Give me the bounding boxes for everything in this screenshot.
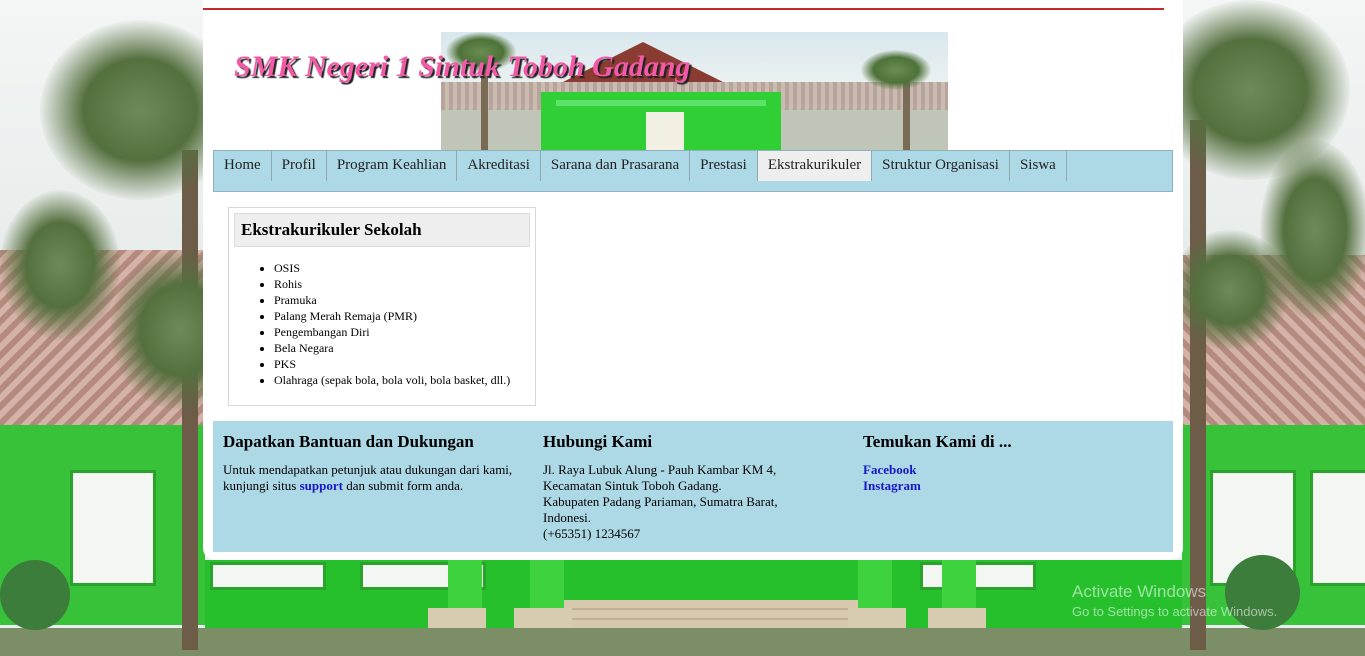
footer-phone: (+65351) 1234567 bbox=[543, 526, 641, 541]
watermark-subtitle: Go to Settings to activate Windows. bbox=[1072, 604, 1278, 619]
footer-help-title: Dapatkan Bantuan dan Dukungan bbox=[223, 432, 474, 451]
activate-windows-watermark: Activate Windows Go to Settings to activ… bbox=[1072, 582, 1277, 619]
nav-item-struktur-organisasi[interactable]: Struktur Organisasi bbox=[872, 151, 1010, 181]
ekstrakurikuler-panel: Ekstrakurikuler Sekolah OSIS Rohis Pramu… bbox=[228, 207, 536, 406]
list-item: Rohis bbox=[274, 276, 535, 292]
nav-list: Home Profil Program Keahlian Akreditasi … bbox=[214, 151, 1172, 181]
nav-item-akreditasi[interactable]: Akreditasi bbox=[457, 151, 541, 181]
list-item: Pramuka bbox=[274, 292, 535, 308]
school-title: SMK Negeri 1 Sintuk Toboh Gadang bbox=[234, 50, 691, 83]
footer-address: Jl. Raya Lubuk Alung - Pauh Kambar KM 4,… bbox=[543, 462, 778, 541]
footer-contact-section: Hubungi Kami Jl. Raya Lubuk Alung - Pauh… bbox=[543, 421, 853, 542]
facebook-link[interactable]: Facebook bbox=[863, 462, 1173, 478]
nav-item-home[interactable]: Home bbox=[214, 151, 272, 181]
nav-item-profil[interactable]: Profil bbox=[272, 151, 327, 181]
nav-item-sarana-prasarana[interactable]: Sarana dan Prasarana bbox=[541, 151, 691, 181]
list-item: Bela Negara bbox=[274, 340, 535, 356]
nav-item-ekstrakurikuler[interactable]: Ekstrakurikuler bbox=[757, 151, 873, 181]
ekstrakurikuler-list: OSIS Rohis Pramuka Palang Merah Remaja (… bbox=[229, 260, 535, 388]
list-item: OSIS bbox=[274, 260, 535, 276]
footer-help-section: Dapatkan Bantuan dan Dukungan Untuk mend… bbox=[223, 421, 533, 494]
instagram-link[interactable]: Instagram bbox=[863, 478, 1173, 494]
support-link[interactable]: support bbox=[300, 478, 343, 493]
footer: Dapatkan Bantuan dan Dukungan Untuk mend… bbox=[213, 421, 1173, 552]
list-item: Palang Merah Remaja (PMR) bbox=[274, 308, 535, 324]
footer-help-text: Untuk mendapatkan petunjuk atau dukungan… bbox=[223, 462, 513, 493]
footer-social-title: Temukan Kami di ... bbox=[863, 432, 1012, 451]
nav-item-prestasi[interactable]: Prestasi bbox=[690, 151, 758, 181]
watermark-title: Activate Windows bbox=[1072, 582, 1207, 601]
list-item: PKS bbox=[274, 356, 535, 372]
footer-social-links: Facebook Instagram bbox=[863, 462, 1173, 494]
nav-item-program-keahlian[interactable]: Program Keahlian bbox=[327, 151, 458, 181]
list-item: Pengembangan Diri bbox=[274, 324, 535, 340]
footer-contact-title: Hubungi Kami bbox=[543, 432, 653, 451]
footer-social-section: Temukan Kami di ... Facebook Instagram bbox=[863, 421, 1173, 494]
main-nav: Home Profil Program Keahlian Akreditasi … bbox=[213, 150, 1173, 192]
nav-item-siswa[interactable]: Siswa bbox=[1010, 151, 1067, 181]
ekstrakurikuler-heading: Ekstrakurikuler Sekolah bbox=[234, 213, 530, 247]
main-container: SMK Negeri 1 Sintuk Toboh Gadang Home Pr… bbox=[203, 0, 1183, 560]
list-item: Olahraga (sepak bola, bola voli, bola ba… bbox=[274, 372, 535, 388]
top-divider bbox=[203, 8, 1164, 10]
